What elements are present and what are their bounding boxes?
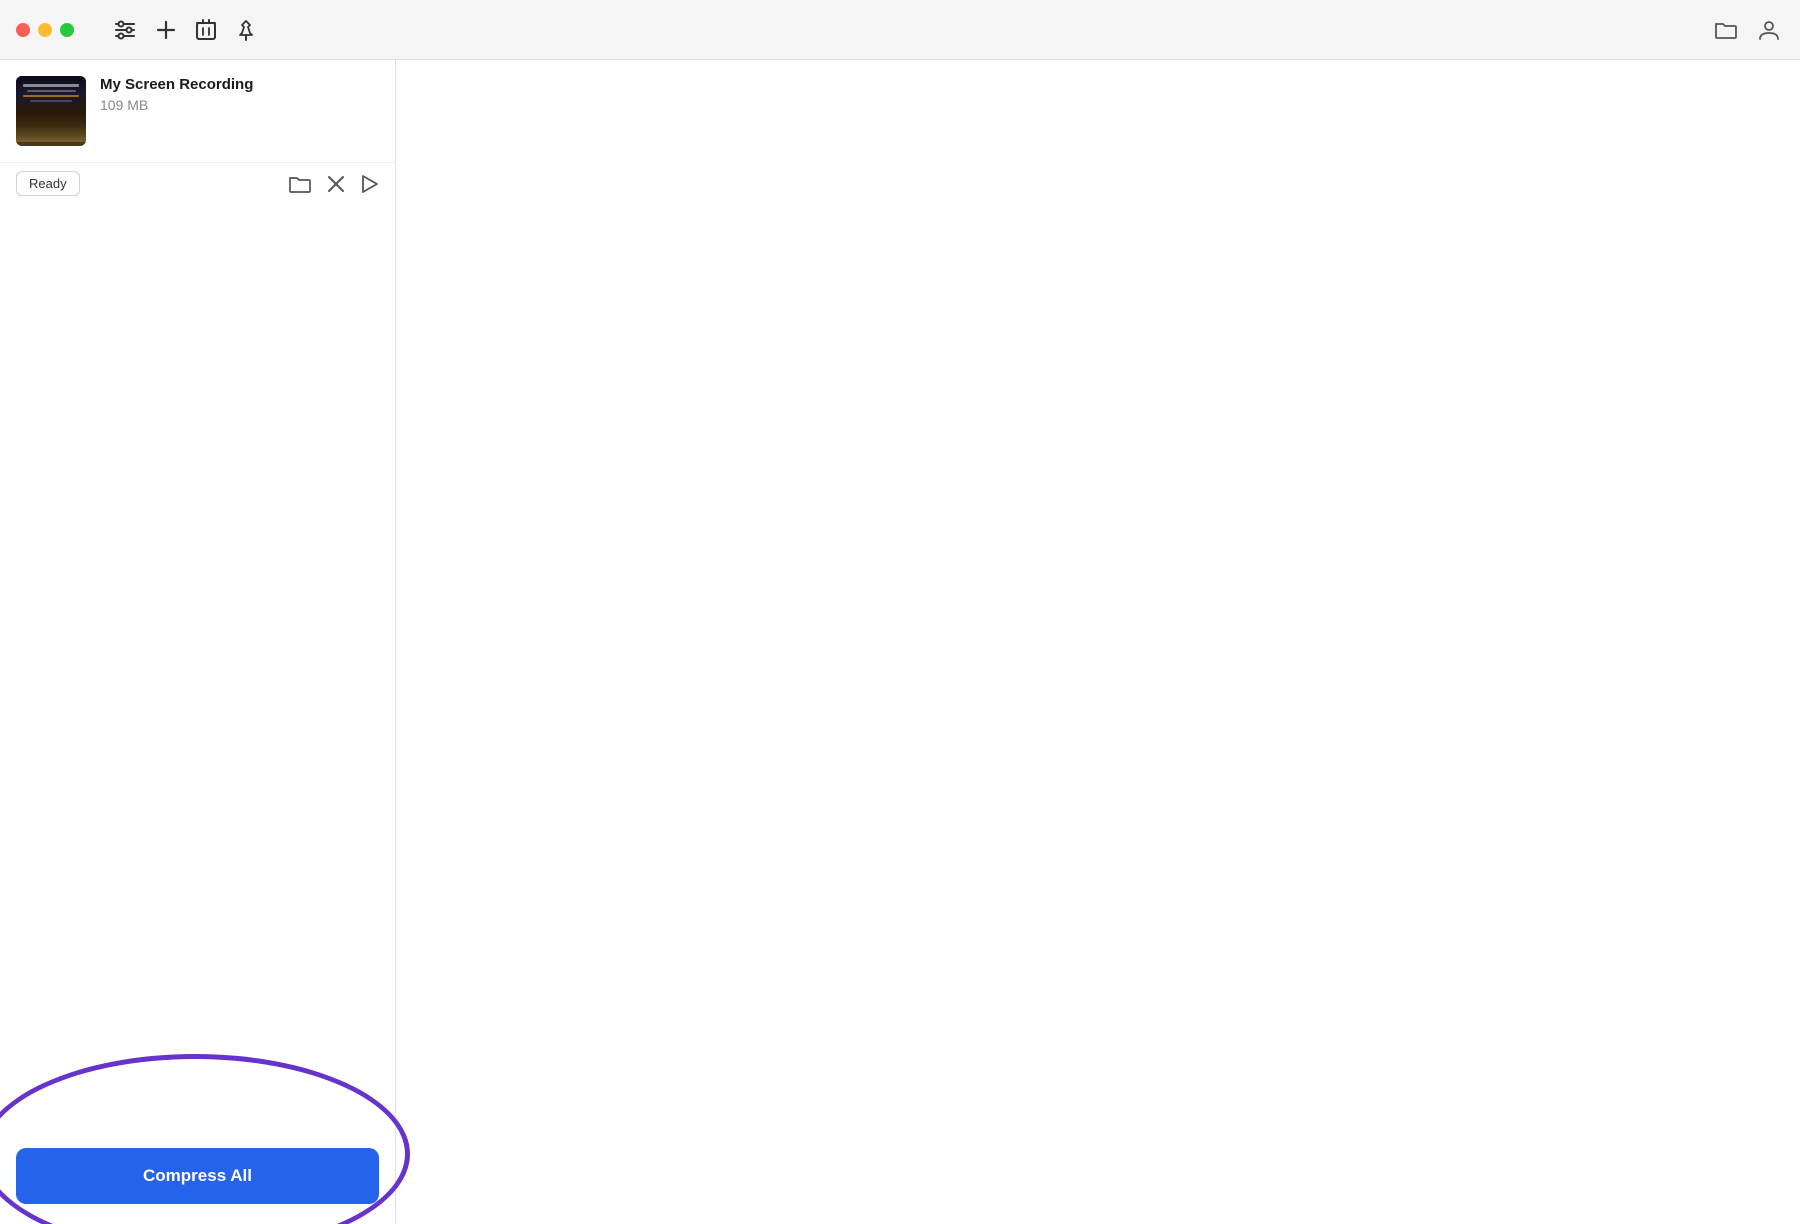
status-row: Ready	[0, 163, 395, 208]
toolbar-left	[114, 19, 256, 41]
account-icon[interactable]	[1758, 19, 1780, 41]
compress-all-button[interactable]: Compress All	[16, 1148, 379, 1204]
remove-file-icon[interactable]	[327, 175, 345, 193]
file-item: My Screen Recording 109 MB	[0, 60, 395, 163]
close-button[interactable]	[16, 23, 30, 37]
action-icons	[289, 174, 379, 194]
spacer	[0, 208, 395, 1224]
delete-icon[interactable]	[196, 19, 216, 41]
left-panel: My Screen Recording 109 MB Ready	[0, 60, 396, 1224]
file-size: 109 MB	[100, 97, 379, 113]
add-icon[interactable]	[156, 20, 176, 40]
output-folder-icon[interactable]	[1714, 20, 1738, 40]
settings-icon[interactable]	[114, 19, 136, 41]
pin-icon[interactable]	[236, 19, 256, 41]
toolbar-right	[1714, 19, 1780, 41]
title-bar	[0, 0, 1800, 60]
file-thumbnail	[16, 76, 86, 146]
file-name: My Screen Recording	[100, 76, 379, 93]
file-info: My Screen Recording 109 MB	[100, 76, 379, 113]
compress-single-icon[interactable]	[361, 174, 379, 194]
traffic-lights	[16, 23, 74, 37]
status-badge: Ready	[16, 171, 80, 196]
right-panel	[396, 60, 1800, 1224]
main-layout: My Screen Recording 109 MB Ready	[0, 60, 1800, 1224]
minimize-button[interactable]	[38, 23, 52, 37]
fullscreen-button[interactable]	[60, 23, 74, 37]
open-folder-icon[interactable]	[289, 175, 311, 193]
bottom-section: Compress All	[0, 1128, 395, 1224]
